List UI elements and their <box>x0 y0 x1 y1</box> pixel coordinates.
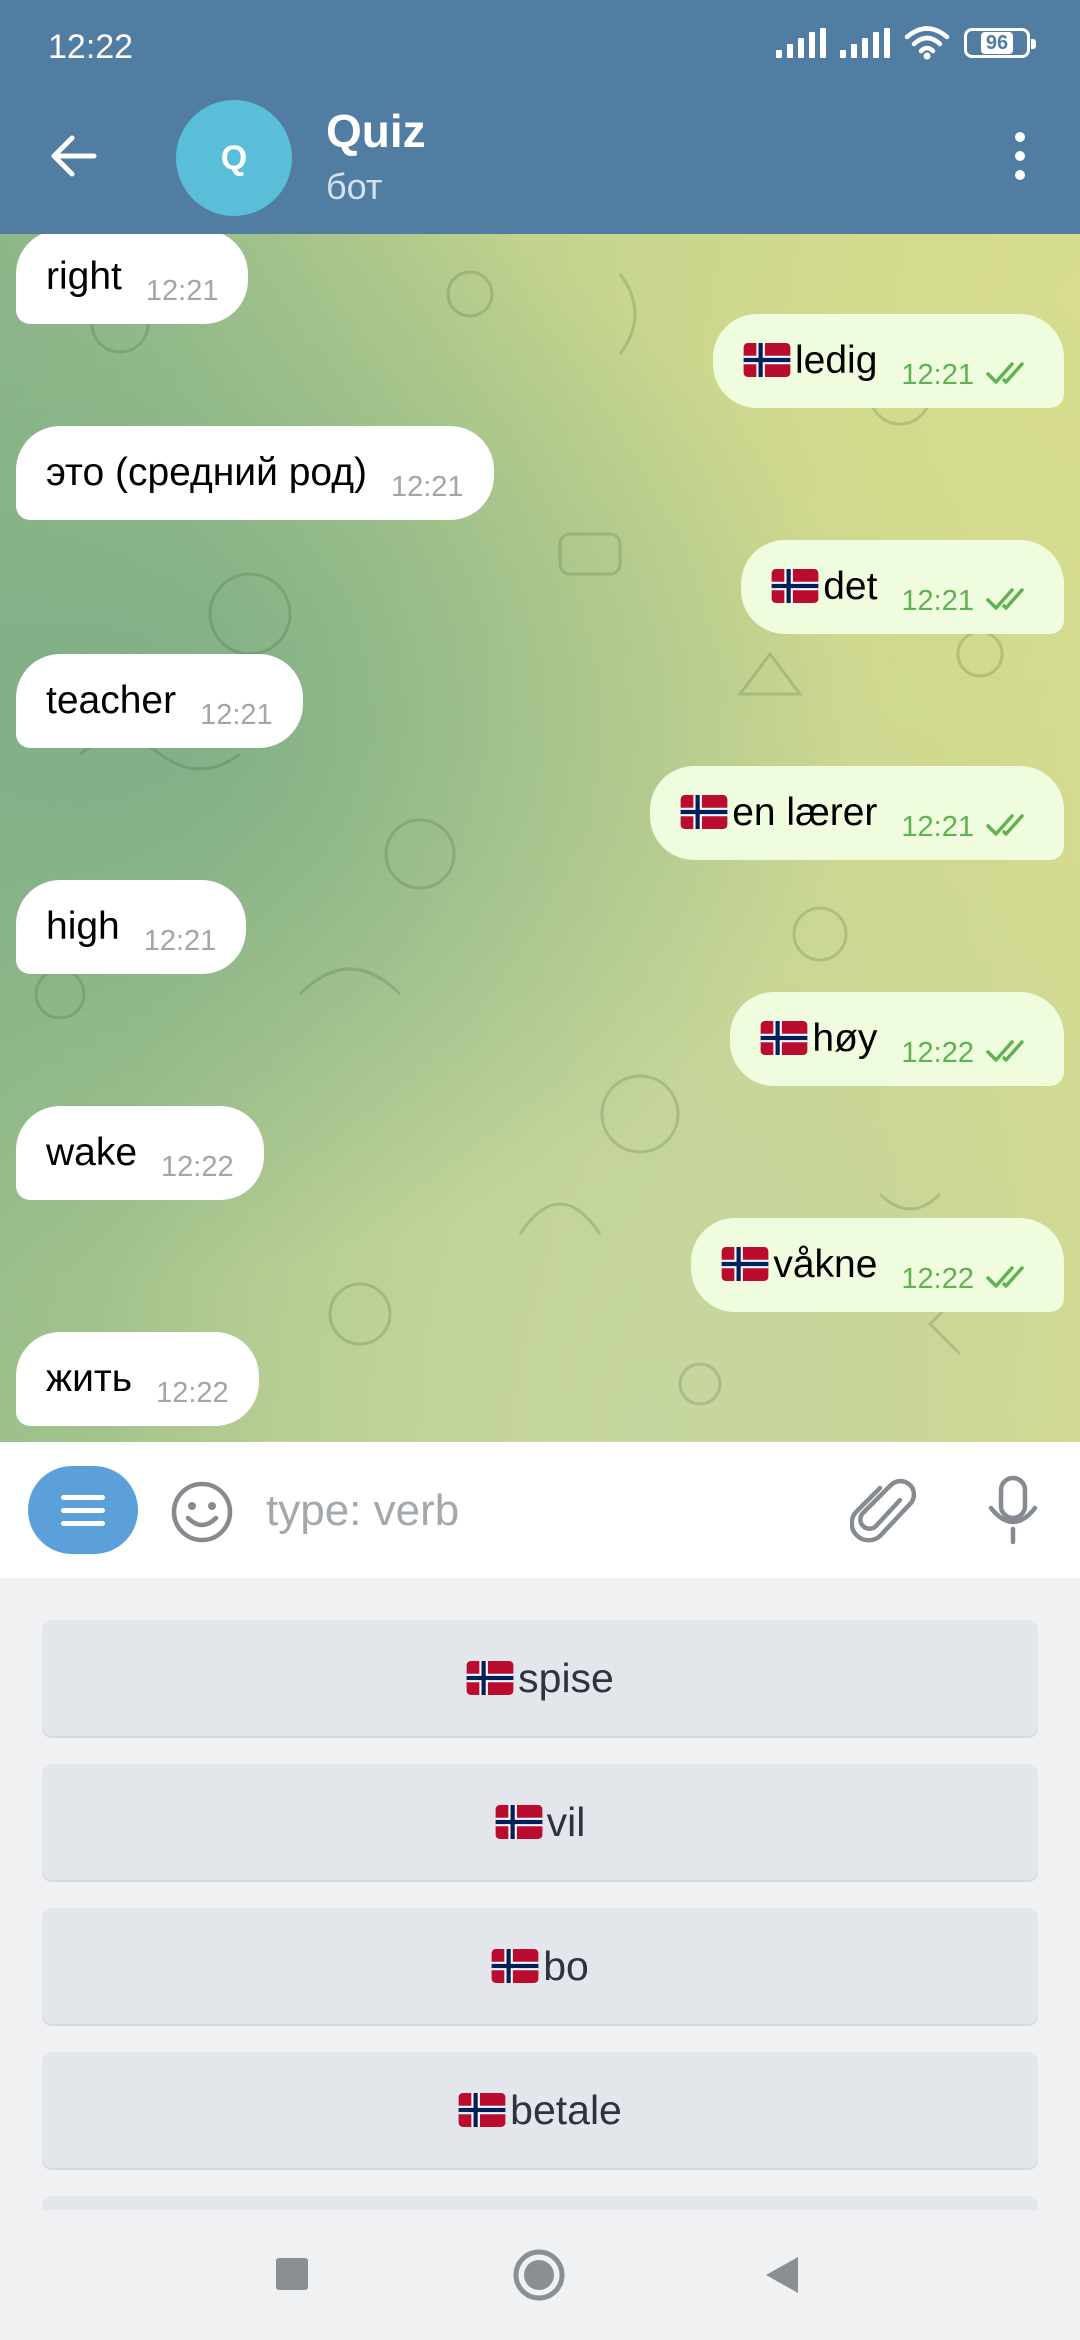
message-time: 12:22 <box>901 1036 974 1069</box>
message-time: 12:21 <box>143 924 217 957</box>
message-text-content: high <box>46 905 120 948</box>
incoming-message[interactable]: wake 12:22 <box>16 1106 264 1200</box>
keyboard-button-label: spise <box>518 1654 614 1701</box>
message-time: 12:22 <box>901 1262 974 1295</box>
message-text-content: en lærer <box>732 791 878 834</box>
norway-flag-icon <box>680 795 728 829</box>
message-time: 12:21 <box>901 358 974 391</box>
avatar[interactable]: Q <box>176 100 292 216</box>
keyboard-button-betale[interactable]: betale <box>42 2052 1038 2168</box>
message-time: 12:21 <box>901 810 974 843</box>
read-checkmarks-icon <box>986 814 1024 836</box>
message-text: en lærer <box>680 791 877 835</box>
message-text-content: right <box>46 255 122 298</box>
norway-flag-icon <box>761 1021 808 1055</box>
message-text: teacher <box>46 679 176 723</box>
status-time: 12:22 <box>48 28 134 66</box>
keyboard-button-label: vil <box>546 1798 586 1845</box>
avatar-letter: Q <box>220 138 248 177</box>
norway-flag-icon <box>743 343 791 377</box>
message-text: жить <box>46 1357 132 1401</box>
message-text: wake <box>46 1131 137 1175</box>
emoji-icon[interactable] <box>170 1480 234 1544</box>
message-time: 12:21 <box>901 584 974 617</box>
message-text: right <box>46 255 122 299</box>
message-text: это (средний род) <box>46 451 367 495</box>
battery-level: 96 <box>980 32 1014 54</box>
keyboard-button-spise[interactable]: spise <box>42 1620 1038 1736</box>
message-input-bar <box>0 1442 1080 1578</box>
message-text: våkne <box>721 1243 877 1287</box>
keyboard-button-partial[interactable] <box>42 2196 1038 2210</box>
message-input[interactable] <box>264 1478 808 1544</box>
outgoing-message[interactable]: det 12:21 <box>741 540 1064 634</box>
norway-flag-icon <box>495 1805 543 1839</box>
message-text-content: våkne <box>773 1243 878 1286</box>
chat-subtitle: бот <box>326 166 383 207</box>
incoming-message[interactable]: это (средний род) 12:21 <box>16 426 494 520</box>
message-time: 12:21 <box>145 274 219 307</box>
signal-icon <box>776 28 826 58</box>
message-text: high <box>46 905 120 949</box>
message-time: 12:21 <box>390 470 464 503</box>
more-options-icon[interactable] <box>1000 126 1040 186</box>
outgoing-message[interactable]: våkne 12:22 <box>691 1218 1064 1312</box>
read-checkmarks-icon <box>986 1040 1024 1062</box>
message-time: 12:22 <box>156 1376 229 1409</box>
message-time: 12:21 <box>200 698 273 731</box>
back-nav-icon[interactable] <box>762 2254 802 2296</box>
message-text-content: жить <box>46 1357 133 1400</box>
status-icons: 96 <box>776 26 1036 60</box>
signal-icon-2 <box>840 28 890 58</box>
incoming-message[interactable]: teacher 12:21 <box>16 654 303 748</box>
read-checkmarks-icon <box>986 588 1024 610</box>
norway-flag-icon <box>771 569 819 603</box>
outgoing-message[interactable]: en lærer 12:21 <box>650 766 1064 860</box>
message-text: det <box>771 565 877 609</box>
outgoing-message[interactable]: ledig 12:21 <box>713 314 1064 408</box>
reply-keyboard: spise vil bo betale <box>0 1578 1080 2210</box>
keyboard-button-vil[interactable]: vil <box>42 1764 1038 1880</box>
battery-icon: 96 <box>964 28 1036 58</box>
message-text-content: teacher <box>46 679 177 722</box>
attach-icon[interactable] <box>850 1476 916 1546</box>
norway-flag-icon <box>721 1247 769 1281</box>
message-text-content: det <box>823 565 878 608</box>
incoming-message[interactable]: high 12:21 <box>16 880 247 974</box>
norway-flag-icon <box>491 1949 539 1983</box>
read-checkmarks-icon <box>986 362 1024 384</box>
back-arrow-icon[interactable] <box>44 126 104 186</box>
chat-area[interactable]: right 12:21 ledig 12:21 это (средний род) 12:… <box>0 234 1080 1442</box>
message-text: ledig <box>743 339 877 383</box>
incoming-message[interactable]: right 12:21 <box>16 234 249 324</box>
bot-menu-button[interactable] <box>28 1466 138 1554</box>
microphone-icon[interactable] <box>982 1474 1044 1546</box>
chat-title[interactable]: Quiz <box>326 104 426 158</box>
message-text-content: ledig <box>795 339 878 382</box>
incoming-message[interactable]: жить 12:22 <box>16 1332 259 1426</box>
message-time: 12:22 <box>161 1150 234 1183</box>
home-icon[interactable] <box>512 2248 566 2302</box>
keyboard-button-bo[interactable]: bo <box>42 1908 1038 2024</box>
message-text-content: wake <box>46 1131 138 1174</box>
message-text-content: høy <box>812 1017 878 1060</box>
norway-flag-icon <box>466 1661 514 1695</box>
message-text: høy <box>760 1017 877 1061</box>
norway-flag-icon <box>458 2093 506 2127</box>
system-nav-bar <box>0 2210 1080 2340</box>
recents-icon[interactable] <box>274 2256 310 2292</box>
read-checkmarks-icon <box>986 1266 1024 1288</box>
wifi-icon <box>904 26 950 60</box>
outgoing-message[interactable]: høy 12:22 <box>730 992 1064 1086</box>
keyboard-button-label: bo <box>543 1942 589 1989</box>
top-bar: 12:22 96 Q Quiz бот <box>0 0 1080 234</box>
message-text-content: это (средний род) <box>46 451 367 494</box>
keyboard-button-label: betale <box>510 2086 622 2133</box>
